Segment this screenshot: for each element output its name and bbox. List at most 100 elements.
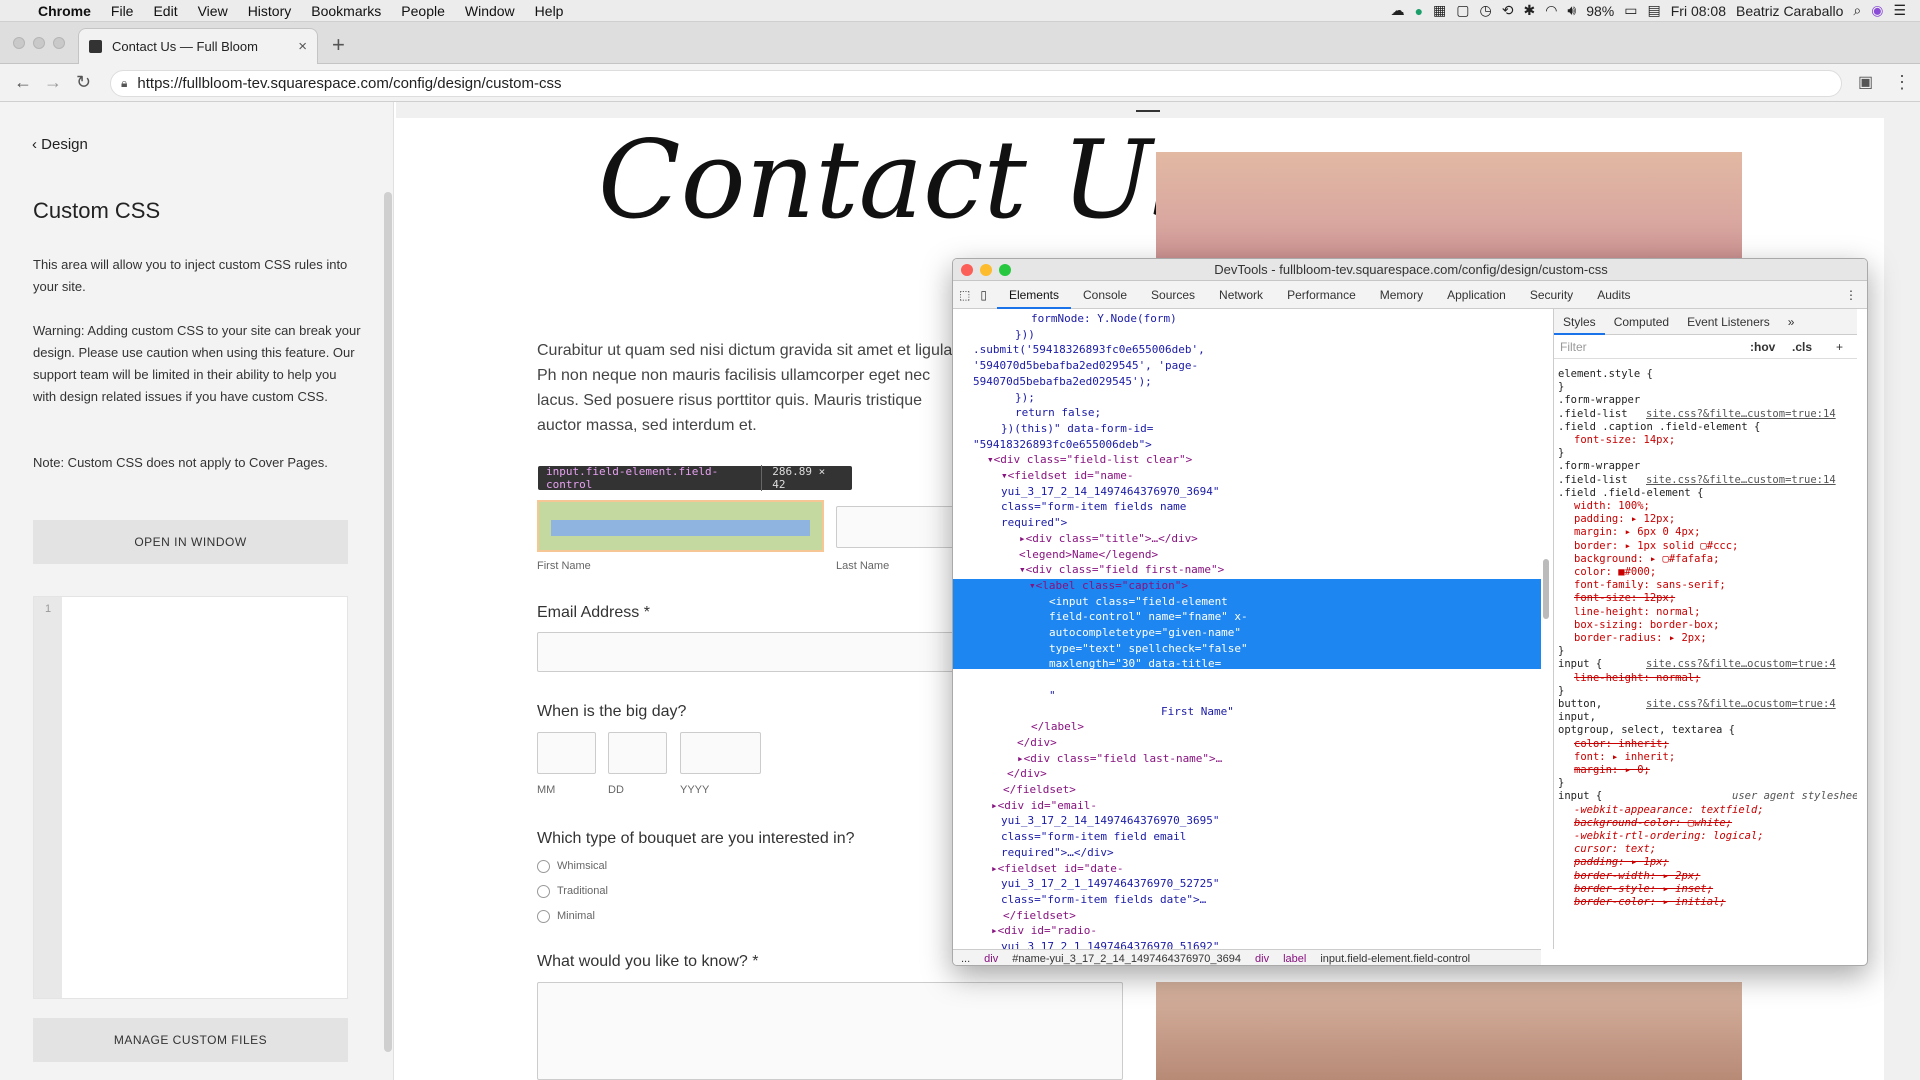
dom-line[interactable]: })(this)" data-form-id= <box>1001 421 1153 436</box>
style-line[interactable]: background-color: ▢white; <box>1574 816 1732 830</box>
notification-center-icon[interactable]: ☰ <box>1893 2 1906 19</box>
style-line[interactable]: border: ▸ 1px solid ▢#ccc; <box>1574 539 1738 553</box>
style-line[interactable]: .field-list <box>1558 407 1628 421</box>
cloud-icon[interactable]: ☁ <box>1391 2 1405 19</box>
clock-icon[interactable]: ◷ <box>1480 2 1492 19</box>
style-line[interactable]: } <box>1558 446 1564 460</box>
back-to-design-link[interactable]: ‹ Design <box>32 136 88 153</box>
tab-memory[interactable]: Memory <box>1368 281 1435 309</box>
crumb-div-2[interactable]: div <box>1255 953 1269 965</box>
dom-line[interactable]: field-control" name="fname" x- <box>1049 609 1248 624</box>
address-bar[interactable]: 🔒︎ https://fullbloom-tev.squarespace.com… <box>110 70 1842 97</box>
preview-drag-handle[interactable] <box>1136 110 1160 112</box>
devtools-zoom-icon[interactable] <box>999 264 1011 276</box>
dom-line[interactable]: autocompletetype="given-name" <box>1049 625 1241 640</box>
open-in-window-button[interactable]: OPEN IN WINDOW <box>33 520 348 564</box>
style-line[interactable]: .form-wrapper <box>1558 393 1640 407</box>
dom-line[interactable]: ▸<fieldset id="date- <box>991 861 1123 876</box>
menu-history[interactable]: History <box>238 3 302 19</box>
tab-elements[interactable]: Elements <box>996 281 1071 309</box>
volume-icon[interactable]: 🔊︎ <box>1567 2 1576 19</box>
dom-line[interactable]: .submit('59418326893fc0e655006deb', <box>973 342 1205 357</box>
menu-view[interactable]: View <box>188 3 238 19</box>
css-code-editor[interactable]: 1 <box>33 596 348 999</box>
dom-line[interactable]: ▸<div class="field last-name">… <box>1017 751 1222 766</box>
tab-styles[interactable]: Styles <box>1554 309 1605 335</box>
clock-text[interactable]: Fri 08:08 <box>1671 3 1726 19</box>
inspect-element-icon[interactable]: ⬚ <box>953 281 976 309</box>
tab-console[interactable]: Console <box>1071 281 1139 309</box>
style-line[interactable]: } <box>1558 644 1564 658</box>
menu-help[interactable]: Help <box>525 3 574 19</box>
tab-computed[interactable]: Computed <box>1605 309 1678 335</box>
style-line[interactable]: width: 100%; <box>1574 499 1650 513</box>
style-line[interactable]: border-style: ▸ inset; <box>1574 882 1713 896</box>
first-name-input[interactable] <box>551 520 810 536</box>
style-line[interactable]: line-height: normal; <box>1574 671 1700 685</box>
menu-edit[interactable]: Edit <box>143 3 187 19</box>
dom-line[interactable]: type="text" spellcheck="false" <box>1049 641 1248 656</box>
dom-line[interactable]: 594070d5bebafba2ed029545'); <box>973 374 1152 389</box>
tab-network[interactable]: Network <box>1207 281 1275 309</box>
style-line[interactable]: line-height: normal; <box>1574 605 1700 619</box>
styles-filter-input[interactable]: Filter :hov .cls + <box>1554 335 1857 359</box>
tab-performance[interactable]: Performance <box>1275 281 1368 309</box>
tab-application[interactable]: Application <box>1435 281 1518 309</box>
menu-bookmarks[interactable]: Bookmarks <box>301 3 391 19</box>
style-line[interactable]: border-width: ▸ 2px; <box>1574 869 1700 883</box>
style-line[interactable]: font-size: 14px; <box>1574 433 1675 447</box>
style-line[interactable]: -webkit-appearance: textfield; <box>1574 803 1764 817</box>
reload-icon[interactable]: ↻ <box>76 72 91 93</box>
chrome-menu-icon[interactable]: ⋮ <box>1893 72 1911 93</box>
crumb-input[interactable]: input.field-element.field-control <box>1320 953 1470 965</box>
dom-line[interactable]: <legend>Name</legend> <box>1019 547 1158 562</box>
dom-line[interactable]: })) <box>1015 327 1035 342</box>
dom-line[interactable]: " <box>1049 688 1056 703</box>
dom-line[interactable]: ▾<fieldset id="name- <box>1001 468 1133 483</box>
window-minimize-icon[interactable] <box>33 37 45 49</box>
style-line[interactable]: -webkit-rtl-ordering: logical; <box>1574 829 1764 843</box>
style-line[interactable]: box-sizing: border-box; <box>1574 618 1719 632</box>
style-line[interactable]: cursor: text; <box>1574 842 1656 856</box>
style-source-link[interactable]: user agent stylesheet <box>1732 789 1857 803</box>
dom-line[interactable]: </fieldset> <box>1003 782 1076 797</box>
window-close-icon[interactable] <box>13 37 25 49</box>
spotlight-search-icon[interactable]: ⌕ <box>1853 2 1861 19</box>
tab-close-icon[interactable]: × <box>298 38 307 55</box>
dom-line[interactable]: class="form-item fields date">… <box>1001 892 1206 907</box>
style-line[interactable]: font-family: sans-serif; <box>1574 578 1726 592</box>
grammarly-icon[interactable]: ● <box>1415 3 1423 19</box>
crumb-label[interactable]: label <box>1283 953 1306 965</box>
dom-line[interactable]: yui_3_17_2_14_1497464376970_3695" <box>1001 813 1220 828</box>
menu-app-name[interactable]: Chrome <box>28 3 101 19</box>
dom-line[interactable]: class="form-item field email <box>1001 829 1186 844</box>
window-icon[interactable]: ▢ <box>1456 2 1469 19</box>
time-machine-icon[interactable]: ⟲ <box>1502 2 1514 19</box>
panel-scrollbar[interactable] <box>384 192 392 1052</box>
elements-scrollbar[interactable] <box>1543 559 1549 619</box>
style-line[interactable]: border-color: ▸ initial; <box>1574 895 1726 909</box>
dom-line[interactable]: return false; <box>1015 405 1101 420</box>
date-day-input[interactable] <box>608 732 667 774</box>
dom-line[interactable]: </div> <box>1017 735 1057 750</box>
style-line[interactable]: .field .caption .field-element { <box>1558 420 1760 434</box>
manage-custom-files-button[interactable]: MANAGE CUSTOM FILES <box>33 1018 348 1062</box>
style-line[interactable]: element.style { <box>1558 367 1653 381</box>
siri-icon[interactable]: ◉ <box>1871 2 1883 19</box>
dom-line[interactable]: "First"> == $0 <box>1049 672 1142 687</box>
style-line[interactable]: } <box>1558 776 1564 790</box>
style-source-link[interactable]: site.css?&filte…ocustom=true:4 <box>1646 657 1836 671</box>
bluetooth-icon[interactable]: ✱ <box>1523 2 1535 19</box>
dom-line[interactable]: yui_3_17_2_14_1497464376970_3694" <box>1001 484 1220 499</box>
style-line[interactable]: padding: ▸ 1px; <box>1574 855 1669 869</box>
dom-line[interactable]: required">…</div> <box>1001 845 1114 860</box>
style-line[interactable]: margin: ▸ 6px 0 4px; <box>1574 525 1700 539</box>
style-line[interactable]: input, <box>1558 710 1596 724</box>
style-line[interactable]: margin: ▸ 0; <box>1574 763 1650 777</box>
style-source-link[interactable]: site.css?&filte…custom=true:14 <box>1646 407 1836 421</box>
dom-line[interactable]: ▸<div id="radio- <box>991 923 1097 938</box>
radio-traditional[interactable] <box>537 885 550 898</box>
class-toggle[interactable]: .cls <box>1792 335 1812 359</box>
style-line[interactable]: font-size: 12px; <box>1574 591 1675 605</box>
email-input[interactable] <box>537 632 957 672</box>
